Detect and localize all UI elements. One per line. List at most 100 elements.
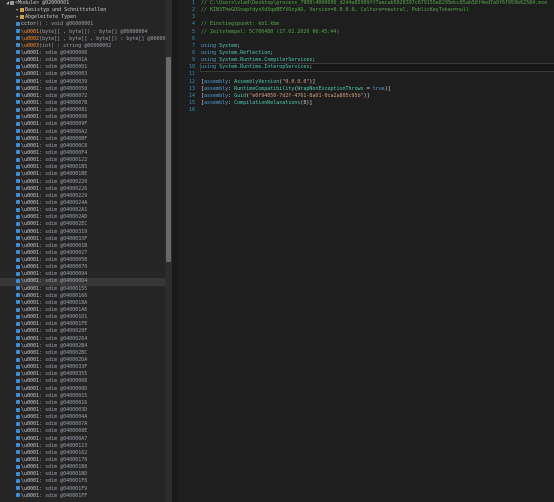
tree-row[interactable]: \u0001: sdim @040000C8 (0, 143, 165, 150)
tree-row[interactable]: \u0003(int) : string @06000002 (0, 43, 165, 50)
tree-row[interactable]: \u0001: sdim @040000A2 (0, 129, 165, 136)
tree-row[interactable]: \u0001: sdim @0400001A (0, 57, 165, 64)
tree-row[interactable]: \u0001: sdim @04000113 (0, 443, 165, 450)
tree-row[interactable]: \u0001: sdim @040001BE (0, 171, 165, 178)
expand-arrow-icon[interactable]: ▸ (16, 14, 19, 20)
tree-row[interactable]: \u0001: sdim @040002EC (0, 221, 165, 228)
tree-row[interactable]: \u0001: sdim @04000081 (0, 107, 165, 114)
tree-row[interactable]: \u0001: sdim @040002AD (0, 214, 165, 221)
tree-row[interactable]: \u0001: sdim @04000094 (0, 271, 165, 278)
tree-row[interactable]: \u0001: sdim @040002DA (0, 357, 165, 364)
tree-row[interactable]: \u0001: sdim @04000170 (0, 457, 165, 464)
tree-row[interactable]: \u0001: sdim @040001A6 (0, 307, 165, 314)
tree-row[interactable]: \u0001: sdim @0400004A (0, 414, 165, 421)
code-token: Guid (234, 92, 247, 99)
tree-row[interactable]: cctor() : void @06000001 (0, 21, 165, 28)
code-text: // Einstiegspunkt: kb1.kbm (201, 21, 280, 28)
tree-row[interactable]: \u0001: sdim @040000BF (0, 136, 165, 143)
member-name: \u0001 (21, 349, 40, 356)
tree-row[interactable]: \u0001: sdim @04000220 (0, 179, 165, 186)
tree-row[interactable]: \u0001: sdim @04000003 (0, 71, 165, 78)
code-area[interactable]: // C:\Users\vlad\Desktop\process_7900\40… (200, 0, 554, 114)
tree-row[interactable]: \u0001: sdim @04000229 (0, 193, 165, 200)
field-icon (16, 250, 20, 255)
field-icon (16, 86, 20, 91)
tree-row[interactable]: \u0001: sdim @04000098 (0, 114, 165, 121)
tree-row[interactable]: \u0001: sdim @0400020F (0, 328, 165, 335)
tree-row[interactable]: \u0002(byte[] , byte[] , byte[]) : byte[… (0, 36, 165, 43)
tree-row[interactable]: \u0001: sdim @0400009F (0, 121, 165, 128)
tree-row[interactable]: \u0001: sdim @04000122 (0, 157, 165, 164)
tree-row[interactable]: \u0001: sdim @04000319 (0, 229, 165, 236)
member-signature: : sdim @0400004A (39, 414, 88, 421)
tree-row[interactable]: \u0001: sdim @040000D4 (0, 278, 165, 286)
tree-row[interactable]: \u0001: sdim @0400003D (0, 407, 165, 414)
tree-row[interactable]: \u0001: sdim @0400005B (0, 257, 165, 264)
tree-row[interactable]: \u0001: sdim @040001B5 (0, 164, 165, 171)
tree-row[interactable]: \u0001: sdim @040001FE (0, 321, 165, 328)
tree-row[interactable]: \u0001: sdim @04000008 (0, 378, 165, 385)
collapse-arrow-icon[interactable]: ◢ (6, 0, 9, 6)
tree-row[interactable]: \u0001: sdim @04000155 (0, 286, 165, 293)
folder-label: Abgeleitete Typen (25, 14, 77, 21)
tree-row[interactable]: \u0001: sdim @0400033F (0, 364, 165, 371)
tree-row[interactable]: \u0001: sdim @04000027 (0, 250, 165, 257)
tree-row[interactable]: \u0001: sdim @040001F9 (0, 486, 165, 493)
tree-row[interactable]: \u0001: sdim @0400024A (0, 200, 165, 207)
tree-row[interactable]: \u0001: sdim @04000006 (0, 50, 165, 57)
code-line: using System.Runtime.InteropServices; (200, 63, 554, 73)
member-signature: : sdim @040000A7 (39, 435, 88, 442)
field-icon (16, 200, 20, 205)
tree-row[interactable]: \u0001: sdim @0400033F (0, 236, 165, 243)
tree-row[interactable]: \u0001: sdim @0400018A (0, 300, 165, 307)
tree-row[interactable]: \u0001: sdim @0400000D (0, 386, 165, 393)
tree-row[interactable]: \u0001: sdim @04000226 (0, 186, 165, 193)
tree-row[interactable]: \u0001: sdim @040002BC (0, 350, 165, 357)
tree-row[interactable]: \u0001: sdim @04000016 (0, 400, 165, 407)
tree-row[interactable]: \u0001: sdim @0400007B (0, 100, 165, 107)
tree-row[interactable]: \u0001: sdim @040001B8 (0, 464, 165, 471)
tree-row[interactable]: \u0001: sdim @0400007A (0, 421, 165, 428)
tree-row[interactable]: \u0001: sdim @04000072 (0, 93, 165, 100)
tree-row[interactable]: \u0001: sdim @04000166 (0, 293, 165, 300)
tree-row[interactable]: ▸ Abgeleitete Typen (0, 14, 165, 21)
code-token: = (363, 85, 373, 92)
tree-row[interactable]: \u0001: sdim @040000A7 (0, 436, 165, 443)
field-icon (16, 343, 20, 348)
tree-row[interactable]: \u0001: sdim @0400001B (0, 243, 165, 250)
member-signature: : sdim @04000027 (39, 249, 88, 256)
member-name: \u0001 (21, 421, 40, 428)
tree-row[interactable]: \u0001: sdim @04000001 (0, 64, 165, 71)
field-icon (16, 421, 20, 426)
tree-row[interactable]: \u0001: sdim @04000015 (0, 393, 165, 400)
tree-row[interactable]: \u0001: sdim @04000070 (0, 264, 165, 271)
field-icon (16, 107, 20, 112)
tree-scrollbar[interactable] (165, 0, 172, 502)
member-signature: (byte[] , byte[] , byte[]) : byte[] @060… (39, 35, 165, 42)
tree-row[interactable]: \u0001: sdim @040002B4 (0, 343, 165, 350)
tree-row[interactable]: \u0001: sdim @04000039 (0, 79, 165, 86)
code-editor[interactable]: 1 2 3 4 5 6 7 8 9 10 11 12 13 14 15 16 // C:\Users\vlad… (177, 0, 554, 502)
field-icon (16, 486, 20, 491)
tree-row[interactable]: \u0001: sdim @040000F4 (0, 150, 165, 157)
tree-row[interactable]: \u0001: sdim @040001F8 (0, 478, 165, 485)
tree-row[interactable]: \u0001: sdim @04000050 (0, 86, 165, 93)
tree-row[interactable]: ▸ Basistyp und Schnittstellen (0, 7, 165, 14)
field-icon (16, 393, 20, 398)
tree-row[interactable]: \u0001: sdim @04000355 (0, 371, 165, 378)
field-icon (16, 271, 20, 276)
tree-row[interactable]: \u0001: sdim @040001BD (0, 471, 165, 478)
tree-scrollbar-thumb[interactable] (166, 57, 171, 262)
tree-row[interactable]: \u0001: sdim @04000162 (0, 450, 165, 457)
expand-arrow-icon[interactable]: ▸ (16, 7, 19, 13)
tree-row[interactable]: \u0001: sdim @0400008E (0, 428, 165, 435)
tree-row[interactable]: \u0001: sdim @040001D1 (0, 314, 165, 321)
tree-row[interactable]: \u0001: sdim @040002A1 (0, 207, 165, 214)
tree-row[interactable]: \u0001(byte[] , byte[]) : byte[] @060000… (0, 29, 165, 36)
tree-row[interactable]: \u0001: sdim @04000264 (0, 336, 165, 343)
tree-row[interactable]: ◢ <Module> @02000001 (0, 0, 165, 7)
code-token: assembly (204, 85, 229, 92)
tree-row[interactable]: \u0001: sdim @040001FF (0, 493, 165, 500)
